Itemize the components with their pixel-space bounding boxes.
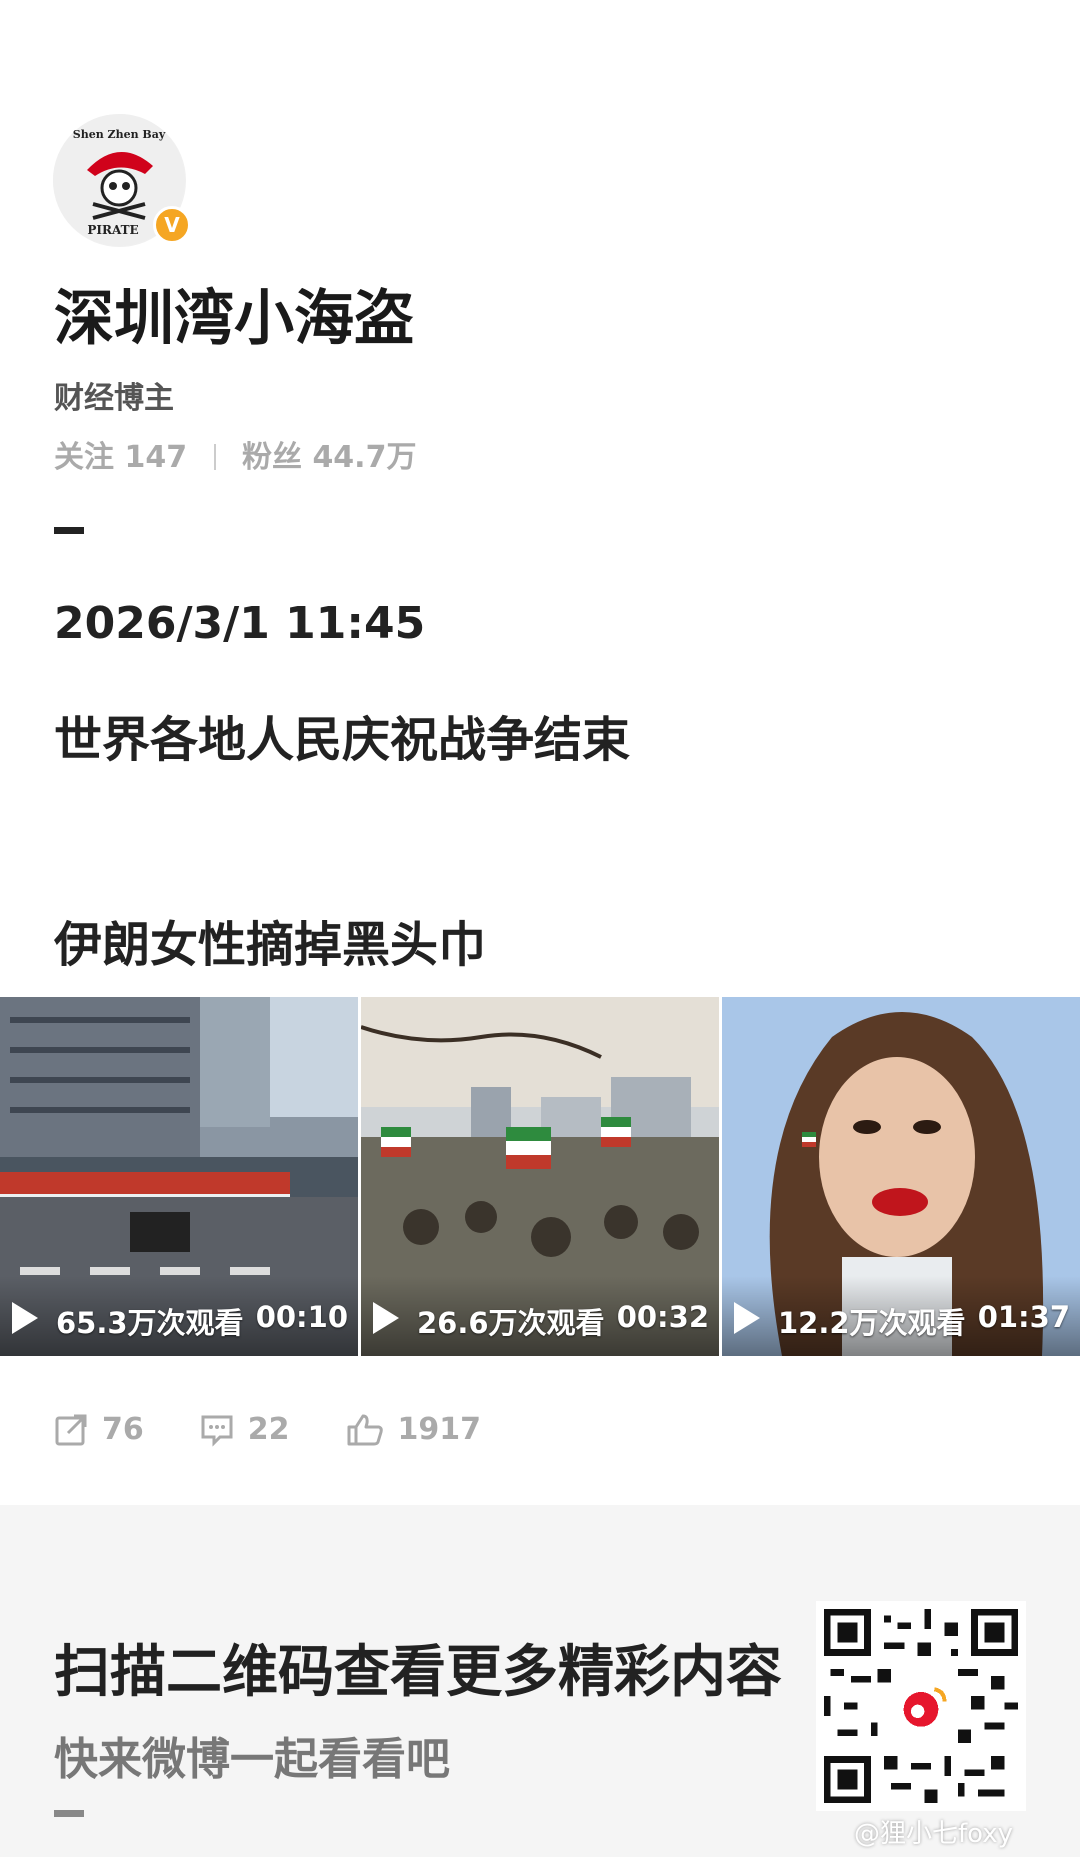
video-meta: 12.2万次观看 01:37 — [778, 1300, 1070, 1342]
verified-badge-icon: V — [153, 206, 191, 244]
footer-divider — [54, 1810, 84, 1817]
video-thumbnail[interactable]: 12.2万次观看 01:37 — [722, 997, 1080, 1356]
followers-label: 粉丝 — [241, 440, 302, 475]
post-timestamp: 2026/3/1 11:45 — [54, 598, 426, 649]
following-count: 147 — [124, 440, 188, 475]
thumbs-up-icon — [347, 1414, 383, 1445]
profile-role: 财经博主 — [54, 381, 174, 416]
video-views: 26.6万次观看 — [417, 1306, 605, 1340]
following-label: 关注 — [54, 440, 114, 475]
section-divider — [54, 527, 84, 534]
repost-count: 76 — [102, 1412, 144, 1447]
user-watermark: @狸小七foxy — [854, 1819, 1014, 1849]
profile-name[interactable]: 深圳湾小海盗 — [54, 270, 414, 357]
video-views: 12.2万次观看 — [778, 1306, 966, 1340]
post-actions: 76 22 1917 — [54, 1412, 481, 1447]
followers-count: 44.7万 — [312, 440, 417, 475]
profile-stats: 关注 147 粉丝 44.7万 — [54, 432, 416, 476]
qr-code-icon — [824, 1609, 1018, 1803]
video-meta: 26.6万次观看 00:32 — [417, 1300, 709, 1342]
comment-count: 22 — [247, 1412, 290, 1447]
svg-text:Shen Zhen Bay: Shen Zhen Bay — [73, 128, 166, 141]
post-card: Shen Zhen Bay PIRATE V 深圳湾小海盗 财经博主 关注 14… — [0, 0, 1080, 1505]
share-footer: 扫描二维码查看更多精彩内容 快来微博一起看看吧 @狸小七foxy — [0, 1505, 1080, 1857]
svg-text:PIRATE: PIRATE — [87, 223, 138, 237]
video-grid: 65.3万次观看 00:10 26.6万次观看 00:32 12.2万次观看 0… — [0, 997, 1080, 1356]
like-count: 1917 — [397, 1412, 482, 1447]
video-thumbnail[interactable]: 26.6万次观看 00:32 — [361, 997, 719, 1356]
comment-icon — [201, 1415, 233, 1447]
post-text-line: 世界各地人民庆祝战争结束 — [54, 712, 631, 768]
stats-divider — [213, 444, 216, 470]
repost-icon — [55, 1414, 87, 1445]
video-duration: 00:32 — [616, 1300, 709, 1334]
like-button[interactable]: 1917 — [346, 1412, 482, 1447]
video-duration: 00:10 — [255, 1300, 348, 1334]
scan-subtitle: 快来微博一起看看吧 — [54, 1734, 450, 1785]
play-icon[interactable] — [12, 1302, 38, 1334]
qr-code[interactable] — [816, 1601, 1026, 1811]
comment-button[interactable]: 22 — [200, 1412, 290, 1447]
video-views: 65.3万次观看 — [56, 1306, 244, 1340]
play-icon[interactable] — [373, 1302, 399, 1334]
video-thumbnail[interactable]: 65.3万次观看 00:10 — [0, 997, 358, 1356]
play-icon[interactable] — [734, 1302, 760, 1334]
repost-button[interactable]: 76 — [54, 1412, 144, 1447]
post-text-line: 伊朗女性摘掉黑头巾 — [54, 917, 487, 973]
scan-title: 扫描二维码查看更多精彩内容 — [54, 1640, 782, 1705]
video-meta: 65.3万次观看 00:10 — [56, 1300, 348, 1342]
video-duration: 01:37 — [977, 1300, 1070, 1334]
